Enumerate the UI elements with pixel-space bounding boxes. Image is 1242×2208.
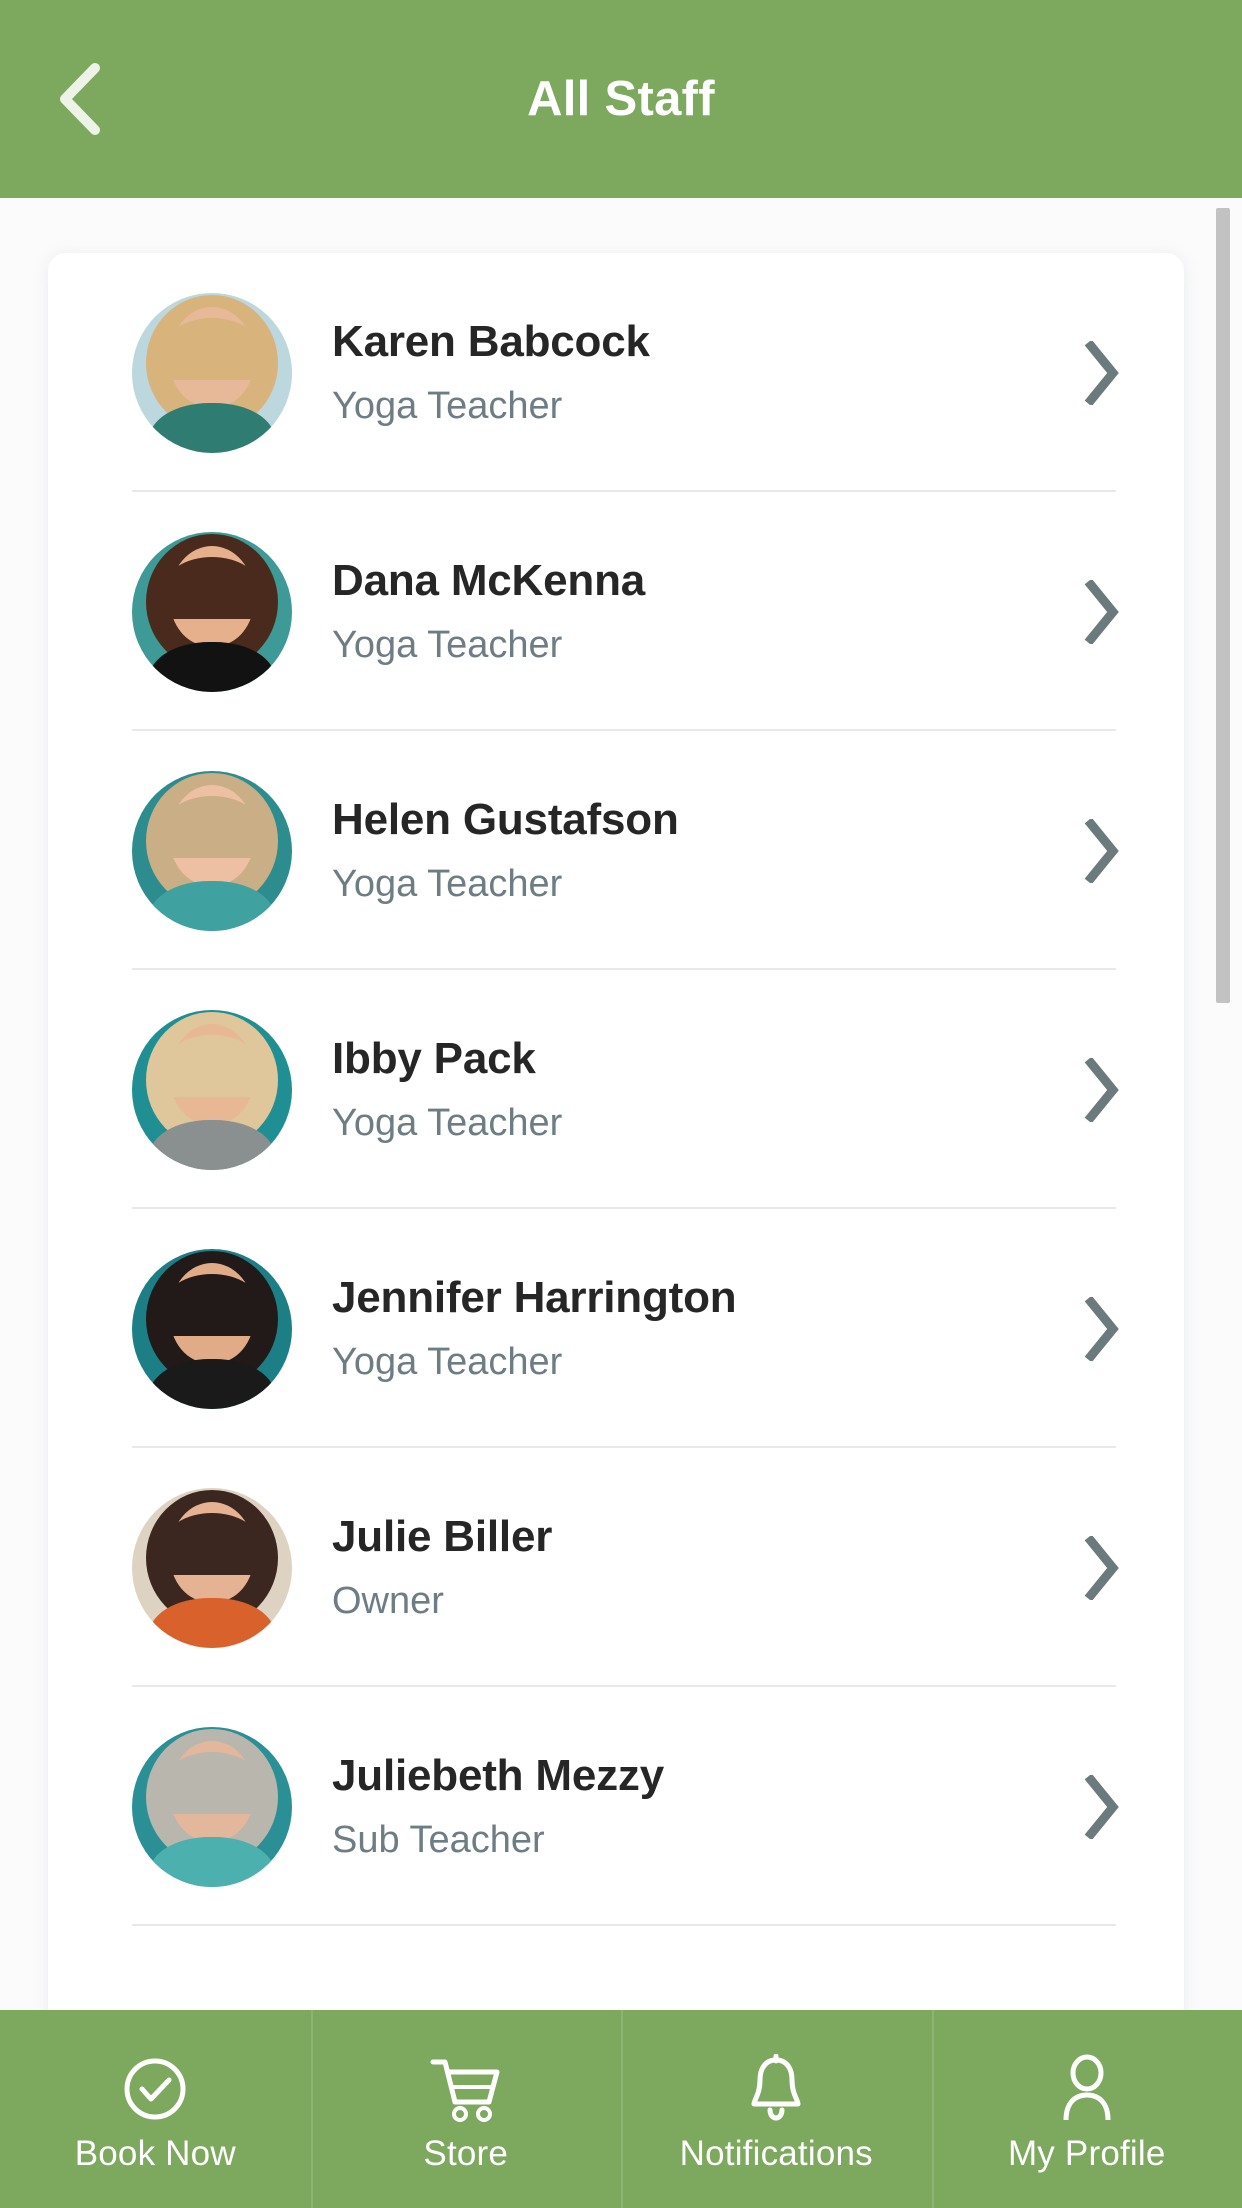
nav-item-label: My Profile — [1007, 2133, 1166, 2173]
chevron-right-icon[interactable] — [1074, 1774, 1130, 1839]
staff-name: Karen Babcock — [332, 316, 650, 366]
person-icon — [1056, 2052, 1118, 2126]
staff-info: Juliebeth Mezzy Sub Teacher — [292, 1750, 1074, 1864]
staff-role: Yoga Teacher — [332, 1101, 563, 1144]
staff-list-card: Karen Babcock Yoga Teacher Dana McKenna … — [48, 253, 1184, 2153]
avatar-karen-babcock — [132, 292, 292, 453]
staff-name: Helen Gustafson — [332, 794, 679, 844]
avatar-ibby-pack — [132, 1009, 292, 1170]
staff-info: Helen Gustafson Yoga Teacher — [292, 794, 1074, 908]
avatar-dana-mckenna — [132, 531, 292, 692]
chevron-right-icon[interactable] — [1074, 1057, 1130, 1122]
nav-item-notifications[interactable]: Notifications — [621, 2010, 932, 2208]
app-root: All Staff Karen Babcock Yoga Teacher Dan… — [0, 0, 1242, 2208]
staff-list-item[interactable]: Karen Babcock Yoga Teacher — [48, 253, 1184, 492]
row-divider — [132, 1924, 1116, 1926]
staff-info: Dana McKenna Yoga Teacher — [292, 555, 1074, 669]
shopping-cart-icon — [429, 2052, 503, 2126]
avatar-juliebeth-mezzy — [132, 1726, 292, 1887]
staff-info: Jennifer Harrington Yoga Teacher — [292, 1272, 1074, 1386]
chevron-right-icon[interactable] — [1074, 1296, 1130, 1361]
staff-list-item[interactable]: Dana McKenna Yoga Teacher — [48, 492, 1184, 731]
staff-name: Juliebeth Mezzy — [332, 1750, 664, 1800]
nav-item-label: Notifications — [679, 2133, 873, 2173]
staff-list-item[interactable]: Jennifer Harrington Yoga Teacher — [48, 1209, 1184, 1448]
chevron-right-icon[interactable] — [1074, 340, 1130, 405]
vertical-scrollbar[interactable] — [1216, 208, 1230, 1003]
chevron-right-icon[interactable] — [1074, 1535, 1130, 1600]
scrollbar-track[interactable] — [1216, 198, 1236, 2208]
nav-item-label: Store — [423, 2133, 509, 2173]
staff-role: Yoga Teacher — [332, 1340, 563, 1383]
staff-name: Dana McKenna — [332, 555, 646, 605]
staff-role: Yoga Teacher — [332, 384, 563, 427]
bell-icon — [745, 2052, 807, 2126]
staff-list-item[interactable]: Julie Biller Owner — [48, 1448, 1184, 1687]
nav-item-store[interactable]: Store — [310, 2010, 622, 2208]
nav-item-label: Book Now — [74, 2133, 236, 2173]
staff-info: Karen Babcock Yoga Teacher — [292, 316, 1074, 430]
avatar-julie-biller — [132, 1487, 292, 1648]
chevron-left-icon — [53, 60, 105, 138]
staff-info: Julie Biller Owner — [292, 1511, 1074, 1625]
staff-name: Jennifer Harrington — [332, 1272, 737, 1322]
nav-item-book-now[interactable]: Book Now — [0, 2010, 311, 2208]
chevron-right-icon[interactable] — [1074, 818, 1130, 883]
staff-list-item[interactable]: Juliebeth Mezzy Sub Teacher — [48, 1687, 1184, 1926]
staff-list-item[interactable]: Ibby Pack Yoga Teacher — [48, 970, 1184, 1209]
staff-role: Yoga Teacher — [332, 623, 563, 666]
chevron-right-icon[interactable] — [1074, 579, 1130, 644]
bottom-navigation-bar: Book Now Store Notifications My Profile — [0, 2010, 1242, 2208]
check-circle-icon — [122, 2052, 188, 2126]
staff-name: Ibby Pack — [332, 1033, 536, 1083]
nav-item-my-profile[interactable]: My Profile — [931, 2010, 1242, 2208]
staff-role: Owner — [332, 1579, 444, 1622]
staff-role: Sub Teacher — [332, 1818, 545, 1861]
page-header: All Staff — [0, 0, 1242, 198]
staff-info: Ibby Pack Yoga Teacher — [292, 1033, 1074, 1147]
avatar-helen-gustafson — [132, 770, 292, 931]
staff-scroll-area[interactable]: Karen Babcock Yoga Teacher Dana McKenna … — [0, 198, 1242, 2208]
staff-role: Yoga Teacher — [332, 862, 563, 905]
avatar-jennifer-harrington — [132, 1248, 292, 1409]
staff-name: Julie Biller — [332, 1511, 553, 1561]
staff-list-item[interactable]: Helen Gustafson Yoga Teacher — [48, 731, 1184, 970]
page-title: All Staff — [527, 71, 715, 126]
back-button[interactable] — [34, 54, 124, 144]
